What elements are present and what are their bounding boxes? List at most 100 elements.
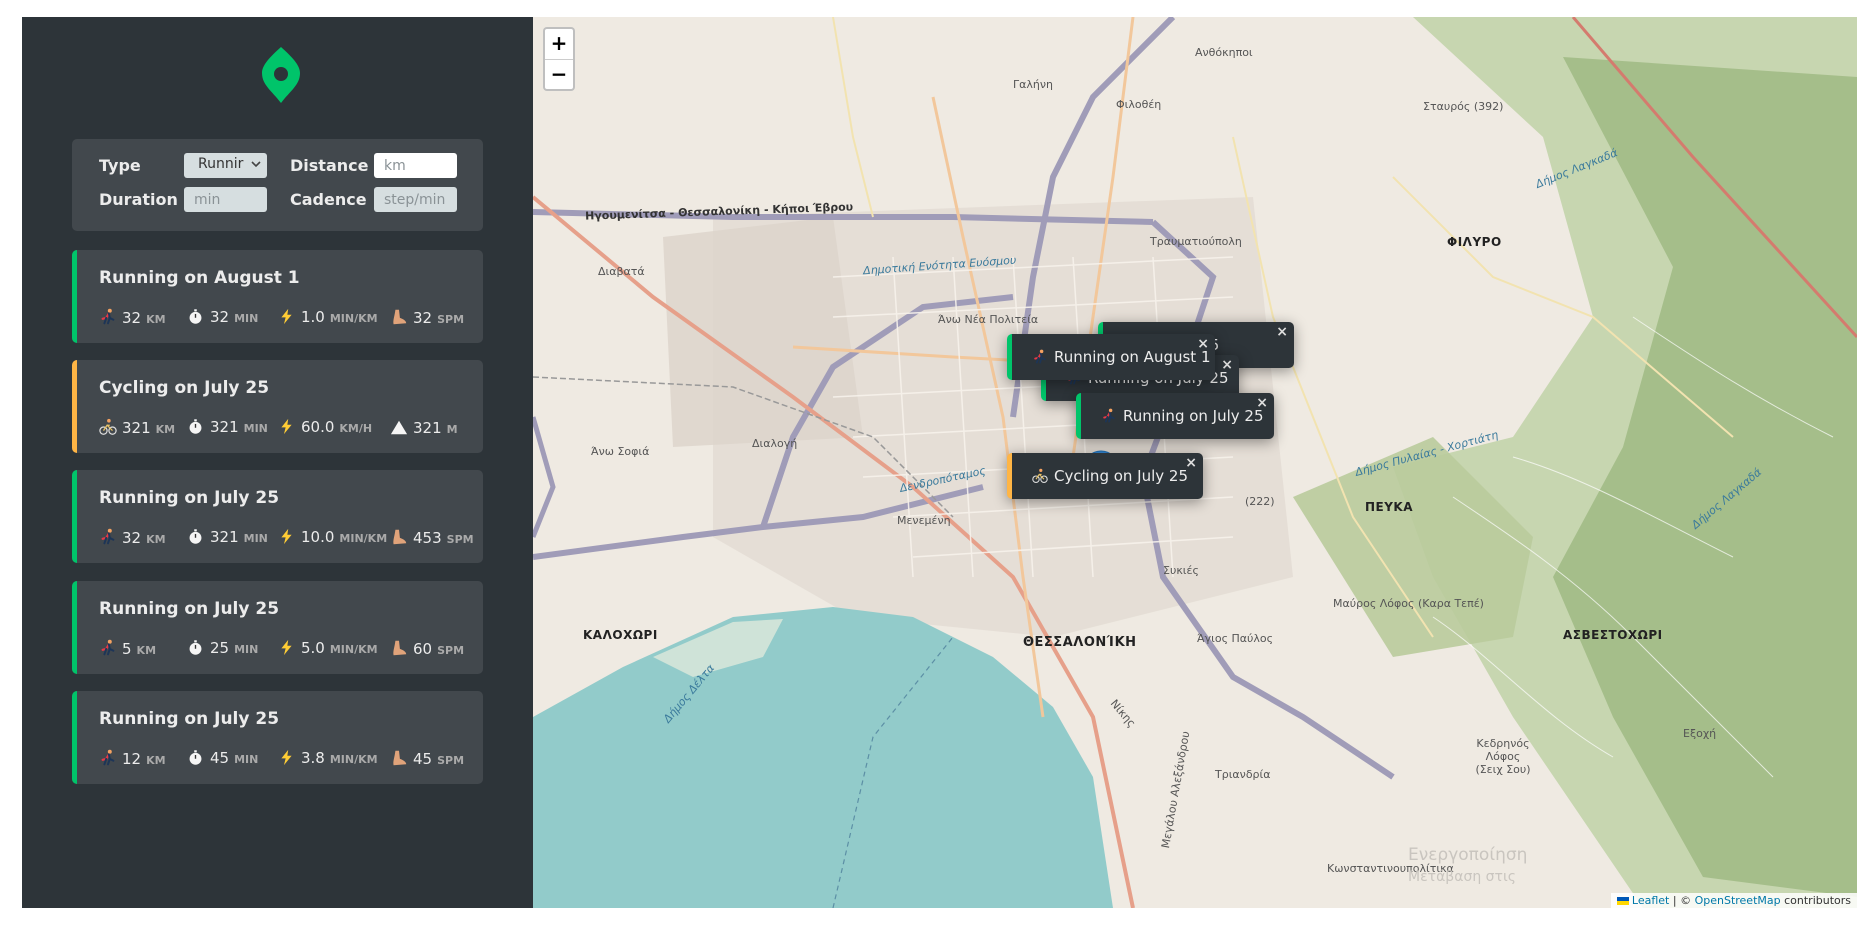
workout-stat: 3.8 MIN/KM: [278, 746, 378, 767]
workout-stat: 45 SPM: [390, 746, 464, 768]
workout-stat: 453 SPM: [390, 525, 474, 547]
workout-card-cycling[interactable]: Cycling on July 25 321 KM 321 MIN 60.0 KM/H 321…: [72, 360, 483, 453]
workout-type-stripe: [72, 250, 77, 343]
stat-unit: MIN: [234, 753, 259, 766]
stopwatch-icon: [187, 528, 207, 546]
workout-popup[interactable]: Cycling on July 25 ×: [1007, 453, 1203, 512]
stat-unit: MIN/KM: [329, 312, 378, 325]
popup-close-button[interactable]: ×: [1256, 395, 1268, 411]
type-label: Type: [99, 156, 141, 175]
lightning-icon: [278, 749, 298, 767]
place-label-asvestochori: ΑΣΒΕΣΤΟΧΩΡΙ: [1563, 628, 1663, 642]
place-label-filothei: Φιλοθέη: [1116, 98, 1162, 111]
popup-close-button[interactable]: ×: [1221, 357, 1233, 373]
stat-value: 321: [210, 528, 239, 546]
lightning-icon: [278, 639, 298, 657]
workout-stat: 321 KM: [99, 415, 175, 437]
popup-text: Running on August 1: [1054, 348, 1211, 366]
place-label-filyro: ΦΙΛΥΡΟ: [1447, 235, 1502, 249]
stat-value: 45: [413, 750, 433, 768]
runner-icon: [1101, 408, 1117, 424]
place-label-diavata: Διαβατά: [598, 265, 645, 278]
zoom-control: + −: [543, 27, 575, 91]
workout-popup[interactable]: Running on July 25×: [1076, 393, 1274, 452]
duration-label: Duration: [99, 190, 178, 209]
workout-stat: 321 M: [390, 415, 458, 437]
cadence-label: Cadence: [290, 190, 367, 209]
leaflet-link[interactable]: Leaflet: [1632, 894, 1669, 907]
place-label-ano-nea-politeia: Άνω Νέα Πολιτεία: [938, 313, 1039, 326]
stat-unit: KM: [146, 313, 166, 326]
workout-card-running[interactable]: Running on July 25 12 KM 45 MIN 3.8 MIN/KM 45 SP…: [72, 691, 483, 784]
stat-value: 32: [210, 308, 230, 326]
workout-type-stripe: [72, 691, 77, 784]
stat-value: 321: [210, 418, 239, 436]
stat-value: 60: [413, 640, 433, 658]
workout-stat: 25 MIN: [187, 636, 258, 657]
workout-card-running[interactable]: Running on July 25 32 KM 321 MIN 10.0 MIN/KM 45…: [72, 470, 483, 563]
place-label-stavros: Σταυρός (392): [1423, 100, 1504, 113]
workout-stat: 32 SPM: [390, 305, 464, 327]
stat-unit: MIN/KM: [329, 643, 378, 656]
footprint-icon: [390, 308, 410, 326]
workout-stat: 10.0 MIN/KM: [278, 525, 387, 546]
cadence-input[interactable]: [374, 187, 457, 212]
workout-title: Running on August 1: [99, 268, 300, 288]
stat-unit: KM/H: [339, 422, 373, 435]
stat-value: 60.0: [301, 418, 335, 436]
stat-unit: SPM: [437, 754, 465, 767]
stat-value: 32: [413, 309, 433, 327]
stat-value: 25: [210, 639, 230, 657]
place-label-kalochori: ΚΑΛΟΧΩΡΙ: [583, 628, 658, 642]
popup-close-button[interactable]: ×: [1197, 336, 1209, 352]
stat-unit: MIN/KM: [339, 532, 388, 545]
popup-close-button[interactable]: ×: [1185, 455, 1197, 471]
distance-input[interactable]: [374, 153, 457, 178]
map[interactable]: Ηγουμενίτσα - Θεσσαλονίκη - Κήποι Έβρου …: [533, 17, 1857, 908]
attribution-sep: | ©: [1669, 894, 1695, 907]
watermark-line-1: Ενεργοποίηση: [1408, 845, 1528, 865]
road-label-222: (222): [1245, 495, 1275, 508]
popup-close-button[interactable]: ×: [1276, 324, 1288, 340]
footprint-icon: [390, 528, 410, 546]
stopwatch-icon: [187, 418, 207, 436]
stat-value: 5: [122, 640, 132, 658]
workout-type-stripe: [72, 470, 77, 563]
place-label-ano-sofia: Άνω Σοφιά: [591, 445, 650, 458]
workout-stat: 32 KM: [99, 525, 166, 547]
place-label-triandria: Τριανδρία: [1215, 768, 1271, 781]
workout-popup[interactable]: Running on August 1 ×: [1007, 334, 1215, 393]
workout-stat: 12 KM: [99, 746, 166, 768]
watermark-line-2: Μετάβαση στις: [1408, 869, 1516, 885]
runner-icon: [99, 749, 119, 767]
place-label-galini: Γαλήνη: [1013, 78, 1053, 91]
stat-unit: MIN/KM: [329, 753, 378, 766]
stat-value: 5.0: [301, 639, 325, 657]
popup-text: Cycling on July 25: [1054, 467, 1189, 485]
map-pin-logo-icon: [262, 47, 300, 103]
zoom-in-button[interactable]: +: [545, 29, 573, 59]
sidebar: Type Runnir Distance Duration Cadence Ru…: [22, 17, 533, 908]
place-label-kedrinos-lofos: Κεδρηνός Λόφος (Σειχ Σου): [1475, 737, 1531, 776]
mountain-icon: [390, 418, 410, 436]
stat-unit: MIN: [243, 532, 268, 545]
place-label-diaxogi: Διαλογή: [752, 437, 798, 450]
stat-unit: KM: [136, 644, 157, 657]
workout-stat: 32 KM: [99, 305, 166, 327]
stat-unit: KM: [146, 533, 166, 546]
workout-stat: 321 MIN: [187, 415, 268, 436]
place-label-anthokipi: Ανθόκηποι: [1195, 46, 1253, 59]
duration-input[interactable]: [184, 187, 267, 212]
type-select[interactable]: Runnir: [184, 153, 267, 178]
footprint-icon: [390, 639, 410, 657]
workout-card-running[interactable]: Running on August 1 32 KM 32 MIN 1.0 MIN/KM 32 S…: [72, 250, 483, 343]
stat-unit: SPM: [437, 313, 465, 326]
stat-value: 32: [122, 309, 142, 327]
workout-form: Type Runnir Distance Duration Cadence: [72, 139, 483, 231]
workout-stat: 1.0 MIN/KM: [278, 305, 378, 326]
workout-stat: 5.0 MIN/KM: [278, 636, 378, 657]
osm-link[interactable]: OpenStreetMap: [1695, 894, 1781, 907]
popup-text: Running on July 25: [1123, 407, 1264, 425]
zoom-out-button[interactable]: −: [545, 59, 573, 89]
workout-card-running[interactable]: Running on July 25 5 KM 25 MIN 5.0 MIN/KM 60 SPM: [72, 581, 483, 674]
